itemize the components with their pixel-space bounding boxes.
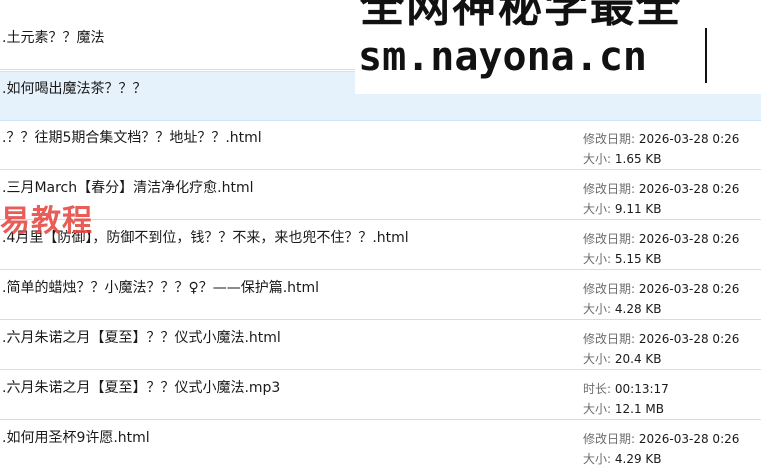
file-name: .三月March【春分】清洁净化疗愈.html	[2, 180, 254, 196]
file-meta: 时长: 00:13:17 大小: 12.1 MB	[583, 379, 669, 419]
file-name: .？？往期5期合集文档？？地址？？.html	[2, 130, 262, 146]
modified-date: 2026-03-28 0:26	[638, 282, 740, 296]
file-meta: 修改日期: 2026-03-28 0:26 大小: 20.4 KB	[583, 329, 739, 369]
list-item[interactable]: .六月朱诺之月【夏至】？？仪式小魔法.mp3 时长: 00:13:17 大小: …	[0, 371, 761, 420]
meta-label: 大小:	[583, 202, 612, 216]
file-meta: 修改日期: 2026-03-28 0:26 大小: 4.29 KB	[583, 429, 739, 469]
meta-label: 大小:	[583, 252, 612, 266]
file-name: .土元素？？魔法	[2, 30, 105, 46]
file-size: 9.11 KB	[614, 202, 662, 216]
meta-label: 大小:	[583, 152, 612, 166]
file-size: 5.15 KB	[614, 252, 662, 266]
meta-label: 修改日期:	[583, 282, 636, 296]
list-item[interactable]: .4月里【防御】，防御不到位，钱？？不来，来也兜不住？？.html 修改日期: …	[0, 221, 761, 270]
list-item[interactable]: .简单的蜡烛？？小魔法？？？♀？——保护篇.html 修改日期: 2026-03…	[0, 271, 761, 320]
file-size: 4.28 KB	[614, 302, 662, 316]
file-meta: 修改日期: 2026-03-28 0:26 大小: 5.15 KB	[583, 229, 739, 269]
file-name: .六月朱诺之月【夏至】？？仪式小魔法.mp3	[2, 380, 281, 396]
modified-date: 2026-03-28 0:26	[638, 332, 740, 346]
file-size: 4.29 KB	[614, 452, 662, 466]
list-item[interactable]: .？？往期5期合集文档？？地址？？.html 修改日期: 2026-03-28 …	[0, 121, 761, 170]
modified-date: 2026-03-28 0:26	[638, 182, 740, 196]
meta-label: 大小:	[583, 302, 612, 316]
modified-date: 2026-03-28 0:26	[638, 132, 740, 146]
meta-label: 修改日期:	[583, 332, 636, 346]
duration: 00:13:17	[614, 382, 669, 396]
watermark-title: 全网神秘学最全	[360, 0, 682, 32]
modified-date: 2026-03-28 0:26	[638, 432, 740, 446]
meta-label: 修改日期:	[583, 232, 636, 246]
file-size: 12.1 MB	[614, 402, 664, 416]
meta-label: 大小:	[583, 352, 612, 366]
watermark-banner: 全网神秘学最全 sm.nayona.cn	[355, 0, 761, 94]
file-name: .如何用圣杯9许愿.html	[2, 430, 150, 446]
file-meta: 修改日期: 2026-03-28 0:26 大小: 1.65 KB	[583, 129, 739, 169]
red-watermark-text: 易教程	[0, 204, 93, 239]
meta-label: 修改日期:	[583, 432, 636, 446]
file-meta: 修改日期: 2026-03-28 0:26 大小: 9.11 KB	[583, 179, 739, 219]
file-meta: 修改日期: 2026-03-28 0:26 大小: 4.28 KB	[583, 279, 739, 319]
file-name: .六月朱诺之月【夏至】？？仪式小魔法.html	[2, 330, 281, 346]
modified-date: 2026-03-28 0:26	[638, 232, 740, 246]
file-size: 20.4 KB	[614, 352, 662, 366]
meta-label: 时长:	[583, 382, 612, 396]
watermark-url: sm.nayona.cn	[358, 34, 647, 80]
list-item[interactable]: .六月朱诺之月【夏至】？？仪式小魔法.html 修改日期: 2026-03-28…	[0, 321, 761, 370]
meta-label: 大小:	[583, 402, 612, 416]
file-name: .简单的蜡烛？？小魔法？？？♀？——保护篇.html	[2, 280, 320, 296]
file-size: 1.65 KB	[614, 152, 662, 166]
meta-label: 修改日期:	[583, 182, 636, 196]
meta-label: 修改日期:	[583, 132, 636, 146]
list-item[interactable]: .如何用圣杯9许愿.html 修改日期: 2026-03-28 0:26 大小:…	[0, 421, 761, 470]
meta-label: 大小:	[583, 452, 612, 466]
text-cursor	[705, 28, 707, 83]
list-item[interactable]: .三月March【春分】清洁净化疗愈.html 修改日期: 2026-03-28…	[0, 171, 761, 220]
file-name: .如何喝出魔法茶？？？	[2, 81, 147, 97]
